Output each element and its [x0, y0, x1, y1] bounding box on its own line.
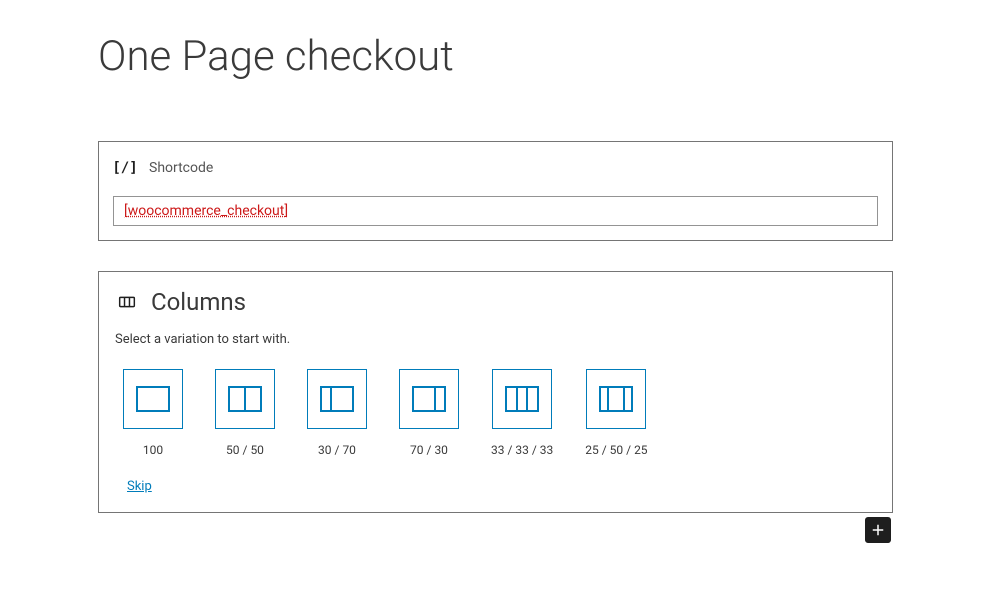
columns-block[interactable]: Columns Select a variation to start with… — [98, 271, 893, 513]
columns-block-subtitle: Select a variation to start with. — [115, 332, 876, 347]
page-title[interactable]: One Page checkout — [98, 32, 893, 81]
variation-30-70[interactable]: 30 / 70 — [307, 369, 367, 457]
columns-block-header: Columns — [115, 288, 876, 316]
variation-icon — [123, 369, 183, 429]
variation-label: 50 / 50 — [226, 443, 264, 457]
columns-block-title: Columns — [151, 288, 246, 316]
variation-label: 30 / 70 — [318, 443, 356, 457]
variation-label: 70 / 30 — [410, 443, 448, 457]
variation-icon — [215, 369, 275, 429]
block-header: [/] Shortcode — [113, 156, 878, 180]
shortcode-input[interactable] — [113, 196, 878, 226]
columns-icon — [115, 290, 139, 314]
variation-icon — [399, 369, 459, 429]
variation-label: 25 / 50 / 25 — [585, 443, 647, 457]
editor-content: One Page checkout [/] Shortcode Columns … — [98, 32, 893, 513]
variation-70-30[interactable]: 70 / 30 — [399, 369, 459, 457]
variation-icon — [492, 369, 552, 429]
variation-icon — [586, 369, 646, 429]
variation-icon — [307, 369, 367, 429]
variation-33-33-33[interactable]: 33 / 33 / 33 — [491, 369, 553, 457]
shortcode-block[interactable]: [/] Shortcode — [98, 141, 893, 241]
skip-button[interactable]: Skip — [115, 479, 152, 494]
add-block-button[interactable] — [865, 517, 891, 543]
plus-icon — [869, 521, 887, 539]
shortcode-icon: [/] — [113, 156, 137, 180]
variations-row: 100 50 / 50 30 / 70 — [115, 369, 876, 457]
shortcode-block-label: Shortcode — [149, 160, 213, 176]
variation-50-50[interactable]: 50 / 50 — [215, 369, 275, 457]
variation-25-50-25[interactable]: 25 / 50 / 25 — [585, 369, 647, 457]
variation-100[interactable]: 100 — [123, 369, 183, 457]
variation-label: 100 — [143, 443, 163, 457]
variation-label: 33 / 33 / 33 — [491, 443, 553, 457]
